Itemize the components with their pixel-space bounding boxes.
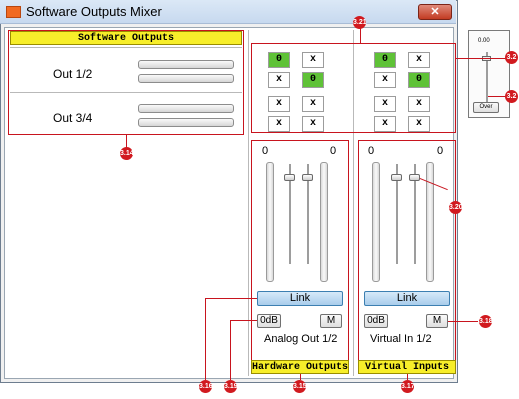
- title-bar[interactable]: Software Outputs Mixer ✕: [0, 0, 456, 24]
- callout-line: [205, 298, 206, 380]
- strip-name: Analog Out 1/2: [264, 333, 338, 345]
- left-fader-thumb[interactable]: [391, 174, 402, 181]
- out-row-label: Out 3/4: [53, 111, 93, 125]
- hardware-outputs-header: Hardware Outputs: [251, 360, 349, 374]
- zero-db-button[interactable]: 0dB: [364, 314, 388, 328]
- callout-badge: 3.14: [120, 147, 134, 160]
- left-level-meter: [266, 162, 274, 282]
- window-title: Software Outputs Mixer: [26, 4, 162, 19]
- strip-name: Virtual In 1/2: [370, 333, 432, 345]
- matrix-cell[interactable]: x: [268, 116, 290, 132]
- link-button[interactable]: Link: [257, 291, 343, 306]
- matrix-cell[interactable]: x: [374, 96, 396, 112]
- matrix-cell[interactable]: 0: [408, 72, 430, 88]
- matrix-cell[interactable]: 0: [374, 52, 396, 68]
- callout-line: [230, 320, 257, 321]
- column-divider: [248, 30, 249, 376]
- callout-badge: 3.15: [293, 380, 307, 393]
- out-1-2-meter-left: [138, 60, 234, 69]
- out-3-4-meter-left: [138, 104, 234, 113]
- separator: [10, 47, 242, 48]
- out-row-label: Out 1/2: [53, 67, 93, 81]
- matrix-cell[interactable]: x: [302, 116, 324, 132]
- matrix-cell[interactable]: x: [302, 52, 324, 68]
- separator: [10, 92, 242, 93]
- matrix-cell[interactable]: x: [374, 116, 396, 132]
- left-level-meter: [372, 162, 380, 282]
- close-button[interactable]: ✕: [418, 4, 452, 20]
- callout-line: [448, 321, 478, 322]
- callout-badge: 3.2: [505, 90, 518, 103]
- mute-button[interactable]: M: [426, 314, 448, 328]
- callout-line: [456, 58, 508, 59]
- out-1-2-meter-right: [138, 74, 234, 83]
- matrix-cell[interactable]: x: [408, 116, 430, 132]
- left-level-readout: 0: [368, 145, 375, 157]
- matrix-cell[interactable]: x: [268, 96, 290, 112]
- matrix-cell[interactable]: 0: [268, 52, 290, 68]
- software-outputs-header: Software Outputs: [10, 31, 242, 45]
- matrix-cell[interactable]: x: [268, 72, 290, 88]
- right-fader-thumb[interactable]: [409, 174, 420, 181]
- callout-line: [230, 320, 231, 380]
- matrix-cell[interactable]: 0: [302, 72, 324, 88]
- callout-line: [205, 298, 257, 299]
- callout-badge: 3.21: [353, 16, 367, 29]
- app-icon: [6, 6, 21, 18]
- out-3-4-meter-right: [138, 118, 234, 127]
- right-fader-thumb[interactable]: [302, 174, 313, 181]
- mute-button[interactable]: M: [320, 314, 342, 328]
- link-button[interactable]: Link: [364, 291, 450, 306]
- left-level-readout: 0: [262, 145, 269, 157]
- virtual-inputs-header: Virtual Inputs: [358, 360, 456, 374]
- matrix-cell[interactable]: x: [408, 52, 430, 68]
- matrix-cell[interactable]: x: [408, 96, 430, 112]
- callout-badge: 3.19: [224, 380, 238, 393]
- matrix-cell[interactable]: x: [302, 96, 324, 112]
- left-fader-thumb[interactable]: [284, 174, 295, 181]
- zero-db-button[interactable]: 0dB: [257, 314, 281, 328]
- callout-badge: 3.18: [479, 315, 493, 328]
- callout-badge: 3.2: [505, 51, 518, 64]
- inset-button: Over: [473, 102, 499, 113]
- inset-caption: 0.00: [478, 38, 490, 44]
- callout-badge: 3.20: [449, 201, 463, 214]
- right-level-readout: 0: [437, 145, 444, 157]
- right-level-meter: [320, 162, 328, 282]
- callout-badge: 3.16: [199, 380, 213, 393]
- matrix-cell[interactable]: x: [374, 72, 396, 88]
- callout-badge: 3.17: [401, 380, 415, 393]
- right-level-readout: 0: [330, 145, 337, 157]
